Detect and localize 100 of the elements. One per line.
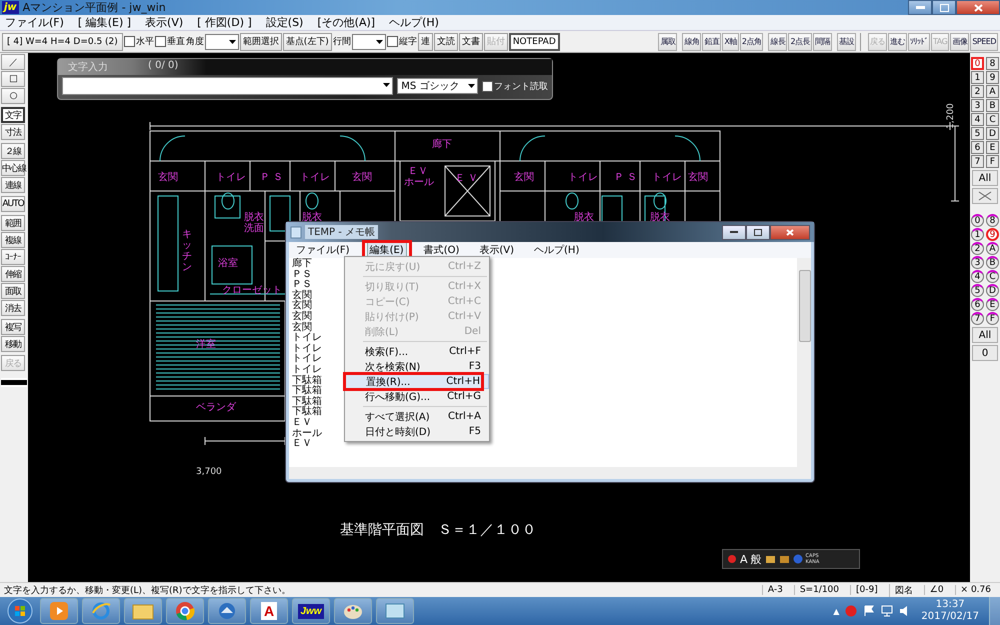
menu-item[interactable]: [ 作図(D) ] [197, 15, 252, 30]
close-button[interactable] [956, 0, 1000, 15]
tool-button[interactable]: □ [1, 71, 25, 87]
toolbar-button[interactable]: 進む [888, 32, 908, 50]
layer-group-button[interactable]: C [986, 270, 999, 283]
layer-button[interactable]: 6 [971, 141, 984, 154]
toolbar-button[interactable]: 範囲選択 [240, 32, 282, 50]
layer-group-button[interactable]: 6 [971, 298, 984, 311]
minimize-button[interactable] [722, 224, 746, 240]
layer-group-button[interactable]: 9 [986, 228, 999, 241]
layer-group-button[interactable]: A [986, 242, 999, 255]
menu-item[interactable]: 置換(R)... Ctrl+H [345, 374, 489, 389]
layer-group-button[interactable]: 0 [971, 214, 984, 227]
taskbar-app[interactable] [208, 598, 246, 624]
flag-icon[interactable] [863, 605, 876, 617]
toolbar-button[interactable]: 画像 [950, 32, 970, 50]
font-dropdown[interactable]: MS ゴシック [397, 78, 478, 94]
layer-group-button[interactable]: F [986, 312, 999, 325]
vertical-scrollbar[interactable] [797, 258, 811, 467]
tool-button[interactable]: 複写 [1, 319, 25, 335]
menu-item[interactable]: 書式(O) [420, 242, 462, 258]
menu-item[interactable]: 表示(V) [145, 15, 184, 30]
input-mode[interactable]: A [740, 552, 748, 566]
tool-button[interactable]: 移動 [1, 336, 25, 352]
tool-button[interactable]: 連線 [1, 177, 25, 193]
menu-item[interactable]: ヘルプ(H) [389, 15, 439, 30]
tray-expand-button[interactable]: ▲ [833, 606, 840, 616]
tool-button[interactable]: ２線 [1, 143, 25, 159]
menu-item[interactable]: ファイル(F) [293, 242, 353, 258]
menu-item[interactable]: 行へ移動(G)... Ctrl+G [345, 389, 489, 404]
horizontal-scrollbar[interactable] [289, 467, 811, 479]
network-icon[interactable] [881, 605, 894, 617]
taskbar-app[interactable] [376, 598, 414, 624]
menu-item[interactable]: 検索(F)... Ctrl+F [345, 344, 489, 359]
maximize-button[interactable] [746, 224, 770, 240]
taskbar-app[interactable] [124, 598, 162, 624]
tool-button[interactable]: 寸法 [1, 124, 25, 140]
tool-button[interactable]: 範囲 [1, 215, 25, 231]
conversion-mode[interactable]: 般 [750, 552, 762, 566]
layer-button[interactable]: 2 [971, 85, 984, 98]
group-zero-button[interactable]: 0 [972, 345, 998, 361]
toolbar-button[interactable]: [ 4] W=4 H=4 D=0.5 (2) [2, 32, 123, 50]
menu-item[interactable]: ヘルプ(H) [531, 242, 582, 258]
layer-button[interactable]: 7 [971, 155, 984, 168]
menu-item[interactable]: [その他(A)] [317, 15, 376, 30]
taskbar-app[interactable]: A [250, 598, 288, 624]
checkbox[interactable] [482, 80, 493, 92]
toolbar-button[interactable]: 線角 [682, 32, 702, 50]
taskbar-app[interactable] [334, 598, 372, 624]
all-layers-button[interactable]: All [972, 170, 998, 186]
layer-button[interactable]: F [986, 155, 999, 168]
layer-button[interactable]: E [986, 141, 999, 154]
layer-group-button[interactable]: 8 [986, 214, 999, 227]
toolbar-button[interactable]: 鉛直 [702, 32, 722, 50]
checkbox[interactable] [154, 36, 166, 47]
menu-item[interactable]: 設定(S) [266, 15, 304, 30]
tool-button[interactable]: AUTO [1, 196, 25, 212]
layer-group-button[interactable]: 1 [971, 228, 984, 241]
checkbox[interactable] [386, 36, 398, 47]
layer-button[interactable]: B [986, 99, 999, 112]
close-button[interactable] [770, 224, 810, 240]
layer-group-button[interactable]: E [986, 298, 999, 311]
combo-field[interactable] [204, 34, 239, 50]
combo-field[interactable] [352, 34, 386, 50]
hide-layers-button[interactable] [972, 188, 998, 204]
minimize-button[interactable] [908, 0, 932, 15]
maximize-button[interactable] [932, 0, 956, 15]
toolbar-button[interactable]: 連 [418, 32, 433, 50]
toolbar-button[interactable]: ｿﾘｯﾄﾞ [908, 32, 930, 50]
all-groups-button[interactable]: All [972, 327, 998, 343]
layer-button[interactable]: 5 [971, 127, 984, 140]
tool-button[interactable]: 文字 [1, 107, 25, 123]
tool-button[interactable]: ／ [1, 54, 25, 70]
toolbar-button[interactable]: 2点長 [788, 32, 812, 50]
layer-button[interactable]: C [986, 113, 999, 126]
tool-button[interactable]: ｺｰﾅｰ [1, 249, 25, 265]
toolbar-button[interactable]: SPEED [970, 32, 998, 50]
layer-group-button[interactable]: D [986, 284, 999, 297]
toolbar-button[interactable]: 文書 [458, 32, 483, 50]
toolbar-button[interactable]: X軸 [722, 32, 739, 50]
toolbar-button[interactable]: 線長 [768, 32, 788, 50]
taskbar-app[interactable] [166, 598, 204, 624]
tool-button[interactable]: 複線 [1, 232, 25, 248]
text-input-field[interactable] [62, 77, 394, 95]
layer-button[interactable]: 3 [971, 99, 984, 112]
layer-button[interactable]: 4 [971, 113, 984, 126]
layer-group-button[interactable]: 2 [971, 242, 984, 255]
toolbar-button[interactable]: NOTEPAD [508, 32, 560, 50]
taskbar-app[interactable]: Jww [292, 598, 330, 624]
tool-button[interactable]: 消去 [1, 300, 25, 316]
toolbar-button[interactable]: 基設 [837, 32, 856, 50]
toolbar-button[interactable]: 属取 [658, 32, 678, 50]
taskbar-app[interactable] [40, 598, 78, 624]
tool-button[interactable]: 中心線 [1, 160, 25, 176]
checkbox[interactable] [124, 36, 135, 47]
scroll-thumb[interactable] [799, 270, 811, 342]
menu-item[interactable]: [ 編集(E) ] [78, 15, 132, 30]
layer-group-button[interactable]: 3 [971, 256, 984, 269]
tool-button[interactable]: ○ [1, 88, 25, 104]
clock-time[interactable]: 13:37 [936, 599, 965, 611]
